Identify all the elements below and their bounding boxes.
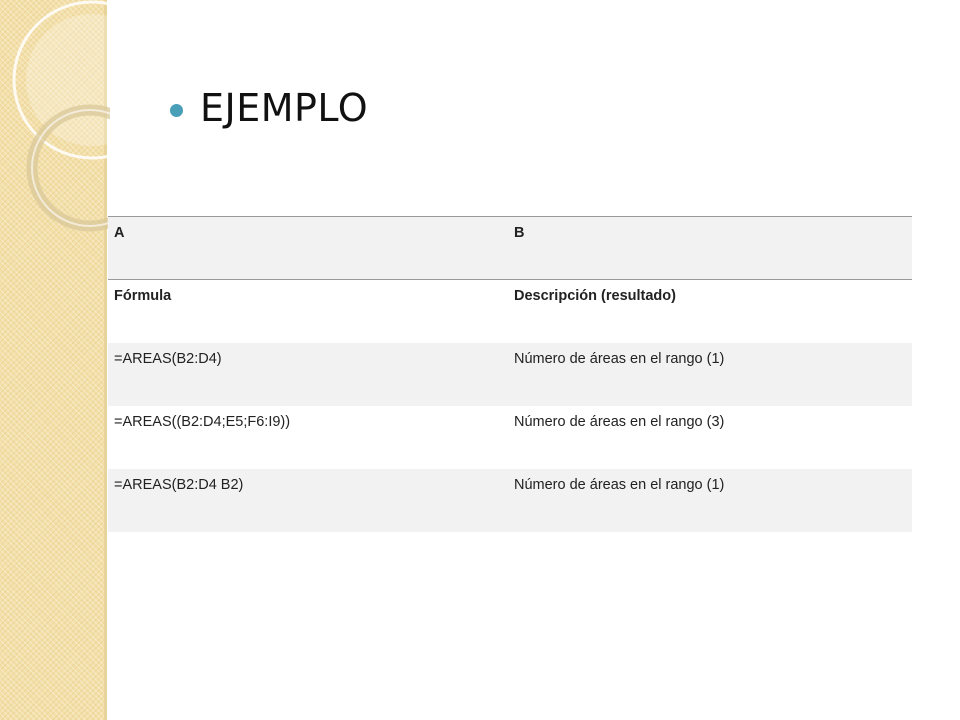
formula-header: Fórmula (108, 279, 508, 343)
title-bullet-item: EJEMPLO (170, 86, 368, 130)
column-header-b: B (508, 216, 912, 280)
description-header: Descripción (resultado) (508, 279, 912, 343)
description-cell: Número de áreas en el rango (1) (508, 342, 912, 406)
decorative-side-band (0, 0, 104, 720)
table-row: =AREAS(B2:D4) Número de áreas en el rang… (108, 342, 912, 406)
side-band-edge (104, 0, 107, 720)
slide-title: EJEMPLO (200, 86, 369, 130)
table-row: =AREAS((B2:D4;E5;F6:I9)) Número de áreas… (108, 405, 912, 469)
formula-cell: =AREAS(B2:D4) (108, 342, 508, 406)
formula-cell: =AREAS(B2:D4 B2) (108, 468, 508, 532)
table-subheader-row: Fórmula Descripción (resultado) (108, 279, 912, 343)
table-row: =AREAS(B2:D4 B2) Número de áreas en el r… (108, 468, 912, 532)
description-cell: Número de áreas en el rango (1) (508, 468, 912, 532)
column-header-a: A (108, 216, 508, 280)
areas-example-table: A B Fórmula Descripción (resultado) =ARE… (108, 216, 912, 532)
description-cell: Número de áreas en el rango (3) (508, 405, 912, 469)
table-header-row: A B (108, 216, 912, 280)
slide: EJEMPLO A B Fórmula Descripción (resulta… (0, 0, 960, 720)
formula-cell: =AREAS((B2:D4;E5;F6:I9)) (108, 405, 508, 469)
bullet-icon (170, 103, 183, 117)
